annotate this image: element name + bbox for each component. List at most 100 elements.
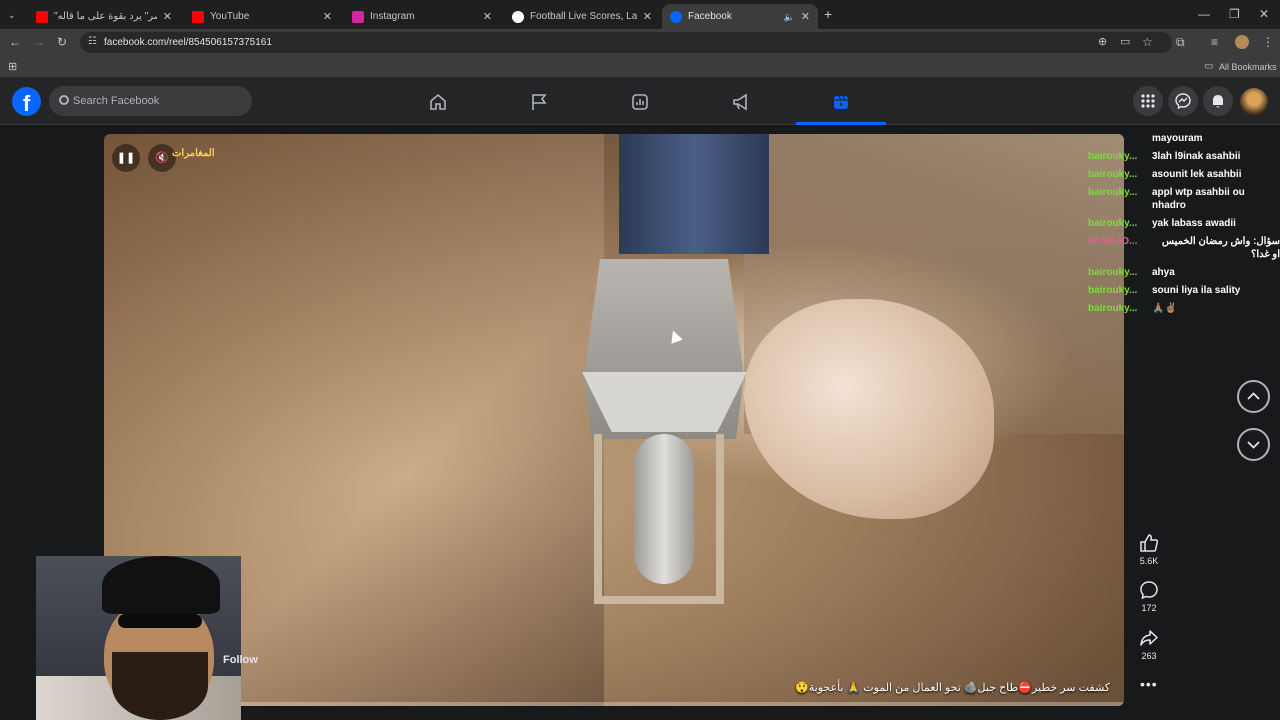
menu-button[interactable] bbox=[1133, 86, 1163, 116]
tab-title: Facebook bbox=[688, 11, 732, 22]
search-icon bbox=[59, 95, 69, 105]
reel-caption: كشفت سر خطير⛔طاح جبل🪨 تحو العمال من المو… bbox=[795, 682, 1110, 694]
search-input[interactable]: Search Facebook bbox=[49, 86, 252, 116]
chat-username: bairouky... bbox=[1088, 303, 1138, 314]
chat-username: bairouky... bbox=[1088, 267, 1138, 278]
comment-button[interactable]: 172 bbox=[1131, 580, 1167, 613]
forward-icon[interactable]: → bbox=[33, 36, 45, 48]
messenger-icon bbox=[1175, 93, 1191, 109]
chat-text: mayouram bbox=[1152, 133, 1203, 144]
megaphone-icon bbox=[733, 93, 747, 111]
tab-title: "القيصر" يرد بقوة على ما قاله wa bbox=[54, 11, 157, 22]
chat-message: bairouky... 🙏🏽✌🏽 bbox=[1088, 302, 1280, 315]
chat-username: bairouky... bbox=[1088, 187, 1138, 198]
like-button[interactable]: 5.6K bbox=[1131, 533, 1167, 566]
channel-label[interactable]: المغامرات bbox=[172, 148, 215, 159]
webcam-beanie bbox=[102, 556, 220, 614]
cast-icon[interactable]: ▭ bbox=[1120, 36, 1130, 48]
facebook-header: f Search Facebook bbox=[0, 78, 1280, 125]
nav-home[interactable] bbox=[393, 78, 483, 125]
profile-avatar[interactable] bbox=[1235, 35, 1249, 49]
webcam-sunglasses bbox=[118, 614, 202, 628]
menu-grid-icon bbox=[1141, 94, 1155, 108]
football-favicon-icon bbox=[512, 10, 524, 23]
chat-username: bairouky... bbox=[1088, 169, 1138, 180]
live-chat-overlay: mayouram bairouky... 3lah l9inak asahbii … bbox=[1088, 132, 1280, 320]
tab-4[interactable]: Football Live Scores, Latest Foo ✕ bbox=[504, 4, 660, 29]
youtube-favicon-icon bbox=[36, 10, 48, 23]
chat-text: ahya bbox=[1152, 267, 1175, 278]
chevron-down-icon bbox=[1247, 441, 1260, 449]
close-tab-icon[interactable]: ✕ bbox=[483, 10, 492, 23]
browser-menu-icon[interactable]: ⋮ bbox=[1262, 36, 1274, 48]
streamer-webcam bbox=[36, 556, 241, 720]
like-count: 5.6K bbox=[1139, 556, 1159, 566]
nav-pages[interactable] bbox=[494, 78, 584, 125]
account-avatar[interactable] bbox=[1240, 88, 1268, 116]
youtube-favicon-icon bbox=[192, 10, 204, 23]
restore-icon[interactable]: ❐ bbox=[1229, 8, 1240, 20]
chat-message: mayouram bbox=[1088, 132, 1280, 145]
comment-count: 172 bbox=[1141, 603, 1157, 613]
facebook-favicon-icon bbox=[670, 10, 682, 23]
tab-1[interactable]: "القيصر" يرد بقوة على ما قاله wa ✕ bbox=[28, 4, 180, 29]
chat-text: appl wtp asahbii ou nhadro bbox=[1152, 187, 1245, 211]
chat-text: سؤال: واش رمضان الخميس او غدا؟ bbox=[1161, 236, 1280, 260]
tab-search-icon[interactable]: ⌄ bbox=[8, 9, 16, 21]
browser-tab-strip: ⌄ "القيصر" يرد بقوة على ما قاله wa ✕ You… bbox=[0, 0, 1280, 29]
more-options-icon[interactable]: ••• bbox=[1140, 676, 1158, 692]
follow-button[interactable]: Follow bbox=[223, 654, 258, 666]
bookmark-star-icon[interactable]: ☆ bbox=[1142, 36, 1153, 48]
previous-reel-button[interactable] bbox=[1237, 380, 1270, 413]
video-progress-bar[interactable] bbox=[104, 702, 1124, 706]
back-icon[interactable]: ← bbox=[9, 36, 21, 48]
instagram-favicon-icon bbox=[352, 10, 364, 23]
tab-5-active[interactable]: Facebook 🔈 ✕ bbox=[662, 4, 818, 29]
tab-title: Instagram bbox=[370, 11, 415, 22]
notifications-button[interactable] bbox=[1203, 86, 1233, 116]
reel-video-player[interactable]: ❚❚ 🔇 المغامرات كشفت سر خطير⛔طاح جبل🪨 تحو… bbox=[104, 134, 1124, 706]
share-button[interactable]: 263 bbox=[1131, 628, 1167, 661]
address-bar[interactable]: ☷ facebook.com/reel/854506157375161 ⊕ ▭ … bbox=[80, 32, 1172, 53]
apps-grid-icon[interactable]: ⊞ bbox=[8, 61, 17, 73]
window-close-icon[interactable]: ✕ bbox=[1259, 8, 1269, 20]
nav-reels[interactable] bbox=[796, 78, 886, 125]
close-tab-icon[interactable]: ✕ bbox=[801, 10, 810, 23]
extensions-icon[interactable]: ⧉ bbox=[1176, 36, 1185, 48]
nav-ads[interactable] bbox=[696, 78, 786, 125]
chat-username: bairouky... bbox=[1088, 285, 1138, 296]
close-tab-icon[interactable]: ✕ bbox=[323, 10, 332, 23]
chat-text: souni liya ila sality bbox=[1152, 285, 1241, 296]
bookmarks-bar: ⊞ ▭ All Bookmarks bbox=[0, 56, 1280, 78]
url-text[interactable]: facebook.com/reel/854506157375161 bbox=[104, 37, 272, 48]
close-tab-icon[interactable]: ✕ bbox=[643, 10, 652, 23]
close-tab-icon[interactable]: ✕ bbox=[163, 10, 172, 23]
all-bookmarks-label[interactable]: All Bookmarks bbox=[1219, 62, 1277, 72]
minimize-icon[interactable]: — bbox=[1198, 8, 1210, 20]
comment-icon bbox=[1140, 581, 1158, 600]
chat-message: bairouky... ahya bbox=[1088, 266, 1280, 279]
browser-toolbar: ← → ↻ ☷ facebook.com/reel/85450615737516… bbox=[0, 29, 1280, 56]
next-reel-button[interactable] bbox=[1237, 428, 1270, 461]
chat-message: bairouky... asounit lek asahbii bbox=[1088, 168, 1280, 181]
chat-message: bairouky... yak labass awadii bbox=[1088, 217, 1280, 230]
speaker-icon[interactable]: 🔈 bbox=[784, 11, 795, 23]
tab-title: YouTube bbox=[210, 11, 250, 22]
nav-marketplace[interactable] bbox=[595, 78, 685, 125]
pause-button[interactable]: ❚❚ bbox=[112, 144, 140, 172]
video-frame-worker bbox=[619, 134, 769, 254]
chat-message: bairouky... appl wtp asahbii ou nhadro bbox=[1088, 186, 1280, 212]
chat-text: asounit lek asahbii bbox=[1152, 169, 1242, 180]
tab-2[interactable]: YouTube ✕ bbox=[184, 4, 340, 29]
media-control-icon[interactable]: ≡ bbox=[1211, 36, 1218, 48]
chevron-up-icon bbox=[1247, 392, 1260, 400]
chat-username: bairouky... bbox=[1088, 151, 1138, 162]
facebook-logo[interactable]: f bbox=[12, 87, 41, 116]
flag-icon bbox=[532, 94, 547, 110]
tab-3[interactable]: Instagram ✕ bbox=[344, 4, 500, 29]
zoom-icon[interactable]: ⊕ bbox=[1098, 36, 1107, 48]
reload-icon[interactable]: ↻ bbox=[57, 36, 67, 48]
messenger-button[interactable] bbox=[1168, 86, 1198, 116]
new-tab-icon[interactable]: + bbox=[824, 7, 832, 21]
site-info-icon[interactable]: ☷ bbox=[88, 36, 97, 48]
